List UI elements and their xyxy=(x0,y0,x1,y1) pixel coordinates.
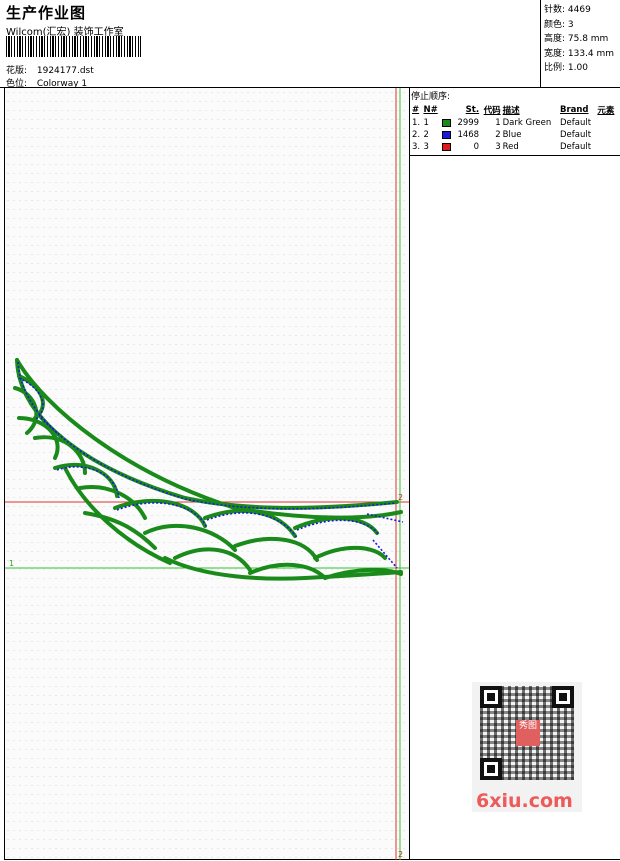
col-description: 描述 xyxy=(502,106,520,116)
jump-stitch xyxy=(372,539,398,569)
scallop xyxy=(143,523,237,552)
row-element xyxy=(596,117,618,129)
panel-divider xyxy=(410,155,620,156)
col-code: 代码 xyxy=(483,106,501,116)
barcode xyxy=(6,36,141,57)
stitch-count: 针数: 4469 xyxy=(544,5,591,15)
row-index: 2. xyxy=(412,130,421,140)
guide-label-1: 1 xyxy=(9,559,14,568)
row-description: Red xyxy=(502,142,519,152)
color-swatch xyxy=(441,118,451,127)
row-needle: 1 xyxy=(423,118,429,128)
row-brand: Default xyxy=(559,118,592,128)
color-count: 颜色: 3 xyxy=(544,19,574,30)
color-swatch xyxy=(441,130,451,139)
qr-finder-top-left xyxy=(480,686,502,708)
qr-finder-bottom-left xyxy=(480,758,502,780)
row-description: Blue xyxy=(502,130,522,140)
row-code: 2 xyxy=(495,130,501,140)
color-swatch xyxy=(441,142,451,151)
stop-sequence-title: 停止顺序: xyxy=(411,92,451,102)
design-height: 高度: 75.8 mm xyxy=(544,34,609,44)
row-code: 1 xyxy=(495,118,501,128)
col-element: 元素 xyxy=(597,106,615,116)
report-header: 生产作业图 Wilcom(汇宏) 装饰工作室 花版: 1924177.dst 色… xyxy=(0,0,620,89)
table-row: 1. 1 2999 1 Dark Green Default xyxy=(411,117,618,129)
row-stitches: 0 xyxy=(473,142,480,152)
col-stitches: St. xyxy=(465,105,480,115)
scallop xyxy=(13,386,39,435)
guide-label-2-bottom: 2 xyxy=(398,850,403,859)
design-width: 宽度: 133.4 mm xyxy=(544,48,615,59)
scallop xyxy=(233,536,319,562)
site-watermark: 6xiu.com xyxy=(476,790,573,812)
row-needle: 3 xyxy=(423,142,429,152)
row-swatch xyxy=(441,141,453,153)
green-stitch-layer xyxy=(13,358,403,581)
inner-arc xyxy=(15,358,403,520)
scallop xyxy=(113,498,207,528)
row-element xyxy=(596,129,618,141)
row-code: 3 xyxy=(495,142,501,152)
row-index: 1. xyxy=(412,118,421,128)
design-label: 花版: xyxy=(6,66,28,76)
table-row: 3. 3 0 3 Red Default xyxy=(411,141,618,153)
color-sequence-table: # N# St. 代码 描述 Brand 元素 1. 1 2999 1 Dark… xyxy=(411,102,618,153)
row-stitches: 1468 xyxy=(457,130,480,140)
qr-seal: 秀图 xyxy=(516,720,540,746)
row-description: Dark Green xyxy=(502,118,552,128)
embroidery-design: 1 2 2 xyxy=(5,88,409,860)
col-swatch xyxy=(441,102,453,117)
col-needle: N# xyxy=(423,105,438,115)
col-brand: Brand xyxy=(559,105,589,115)
design-canvas: 1 2 2 xyxy=(4,88,410,860)
row-brand: Default xyxy=(559,130,592,140)
guide-label-2-top: 2 xyxy=(398,493,403,502)
row-index: 3. xyxy=(412,142,421,152)
qr-finder-top-right xyxy=(552,686,574,708)
scallop xyxy=(313,545,387,560)
table-row: 2. 2 1468 2 Blue Default xyxy=(411,129,618,141)
row-swatch xyxy=(441,129,453,141)
design-info: 针数: 4469 颜色: 3 高度: 75.8 mm 宽度: 133.4 mm … xyxy=(540,0,620,88)
row-brand: Default xyxy=(559,142,592,152)
scallop-detail xyxy=(116,502,208,529)
design-value: 1924177.dst xyxy=(36,66,94,76)
col-index: # xyxy=(412,105,420,115)
row-swatch xyxy=(441,117,453,129)
page-title: 生产作业图 xyxy=(6,4,87,22)
table-header-row: # N# St. 代码 描述 Brand 元素 xyxy=(411,102,618,117)
row-stitches: 2999 xyxy=(457,118,480,128)
row-needle: 2 xyxy=(423,130,429,140)
design-line: 花版: 1924177.dst xyxy=(6,63,94,76)
design-scale: 比例: 1.00 xyxy=(544,63,588,73)
row-element xyxy=(596,141,618,153)
